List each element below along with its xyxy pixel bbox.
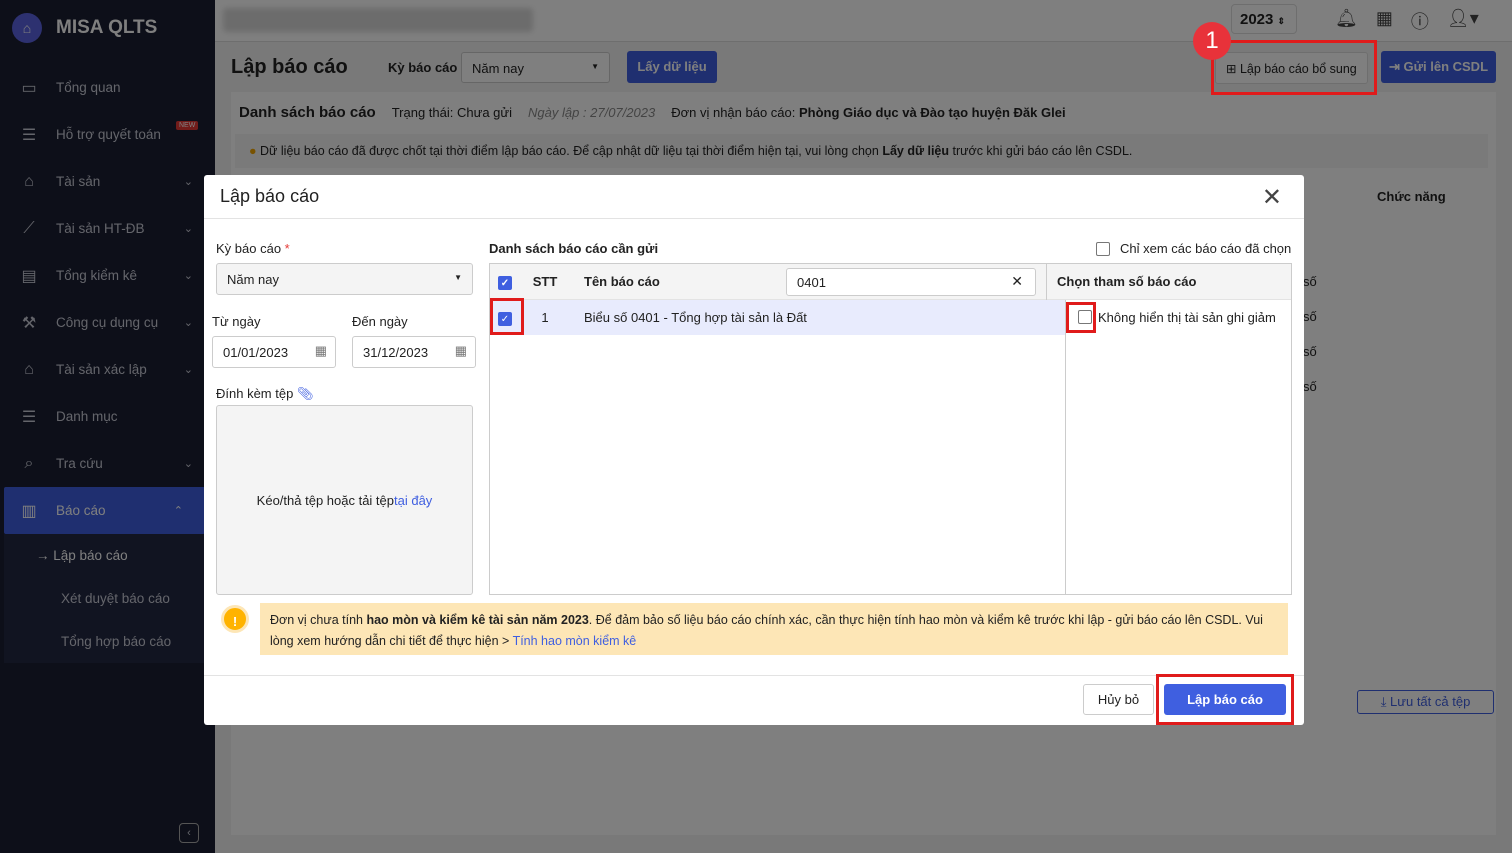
period-label: Kỳ báo cáo bbox=[216, 241, 282, 256]
close-icon[interactable]: ✕ bbox=[1262, 183, 1282, 212]
highlight-supplement bbox=[1211, 40, 1377, 95]
highlight-row-checkbox bbox=[490, 298, 524, 335]
select-all-checkbox[interactable]: ✓ bbox=[498, 275, 512, 290]
search-input[interactable]: 0401 ✕ bbox=[786, 267, 1036, 296]
paperclip-icon: 📎︎ bbox=[296, 386, 314, 401]
value: 01/01/2023 bbox=[223, 345, 289, 360]
report-list-label: Danh sách báo cáo cần gửi bbox=[489, 241, 659, 256]
file-drop-zone[interactable]: Kéo/thả tệp hoặc tải tệp tại đây bbox=[216, 405, 473, 595]
drop-text: Kéo/thả tệp hoặc tải tệp bbox=[256, 492, 394, 508]
col-params: Chọn tham số báo cáo bbox=[1046, 263, 1272, 300]
dialog-footer bbox=[204, 675, 1304, 676]
depreciation-warning: Đơn vị chưa tính hao mòn và kiểm kê tài … bbox=[260, 603, 1288, 655]
report-table: ✓ STT Tên báo cáo 0401 ✕ Chọn tham số báo… bbox=[489, 263, 1292, 595]
highlight-param-checkbox bbox=[1066, 302, 1096, 333]
bold-text: hao mòn và kiểm kê tài sản năm 2023 bbox=[366, 613, 589, 627]
to-date-input[interactable]: 31/12/2023 ▦ bbox=[352, 336, 476, 368]
from-date-label: Từ ngày bbox=[212, 314, 261, 329]
to-date-label: Đến ngày bbox=[352, 314, 408, 329]
upload-link[interactable]: tại đây bbox=[394, 493, 432, 508]
checkbox[interactable] bbox=[1096, 241, 1110, 256]
clear-icon[interactable]: ✕ bbox=[1011, 273, 1023, 290]
from-date-input[interactable]: 01/01/2023 ▦ bbox=[212, 336, 336, 368]
dialog-title: Lập báo cáo bbox=[204, 175, 1304, 219]
value: 31/12/2023 bbox=[363, 345, 429, 360]
calendar-icon[interactable]: ▦ bbox=[315, 343, 327, 359]
only-selected-checkbox[interactable]: Chỉ xem các báo cáo đã chọn bbox=[1096, 241, 1291, 256]
depreciation-link[interactable]: Tính hao mòn kiểm kê bbox=[513, 634, 637, 648]
value: 0401 bbox=[797, 274, 826, 290]
warning-icon: ! bbox=[221, 605, 249, 633]
step-badge: 1 bbox=[1193, 22, 1231, 60]
calendar-icon[interactable]: ▦ bbox=[455, 343, 467, 359]
cell-stt: 1 bbox=[541, 310, 549, 325]
col-stt: STT bbox=[532, 274, 558, 289]
table-header: ✓ STT Tên báo cáo 0401 ✕ Chọn tham số báo… bbox=[490, 263, 1291, 300]
table-row[interactable]: ✓ 1 Biểu số 0401 - Tổng hợp tài sản là Đ… bbox=[490, 300, 1065, 335]
cell-name: Biểu số 0401 - Tổng hợp tài sản là Đất bbox=[584, 310, 807, 325]
label: Không hiển thị tài sản ghi giảm bbox=[1098, 310, 1276, 325]
label: Chỉ xem các báo cáo đã chọn bbox=[1120, 241, 1292, 256]
required-mark: * bbox=[281, 241, 290, 256]
create-report-dialog: Lập báo cáo ✕ Kỳ báo cáo * Năm nay Từ ng… bbox=[204, 175, 1304, 725]
cancel-button[interactable]: Hủy bỏ bbox=[1083, 684, 1154, 715]
highlight-submit bbox=[1156, 674, 1294, 725]
attach-label: Đính kèm tệp bbox=[216, 386, 294, 401]
param-option[interactable]: Không hiển thị tài sản ghi giảm bbox=[1065, 300, 1291, 594]
col-name: Tên báo cáo bbox=[584, 274, 660, 289]
period-select[interactable]: Năm nay bbox=[216, 263, 473, 295]
text: Đơn vị chưa tính bbox=[270, 613, 367, 627]
